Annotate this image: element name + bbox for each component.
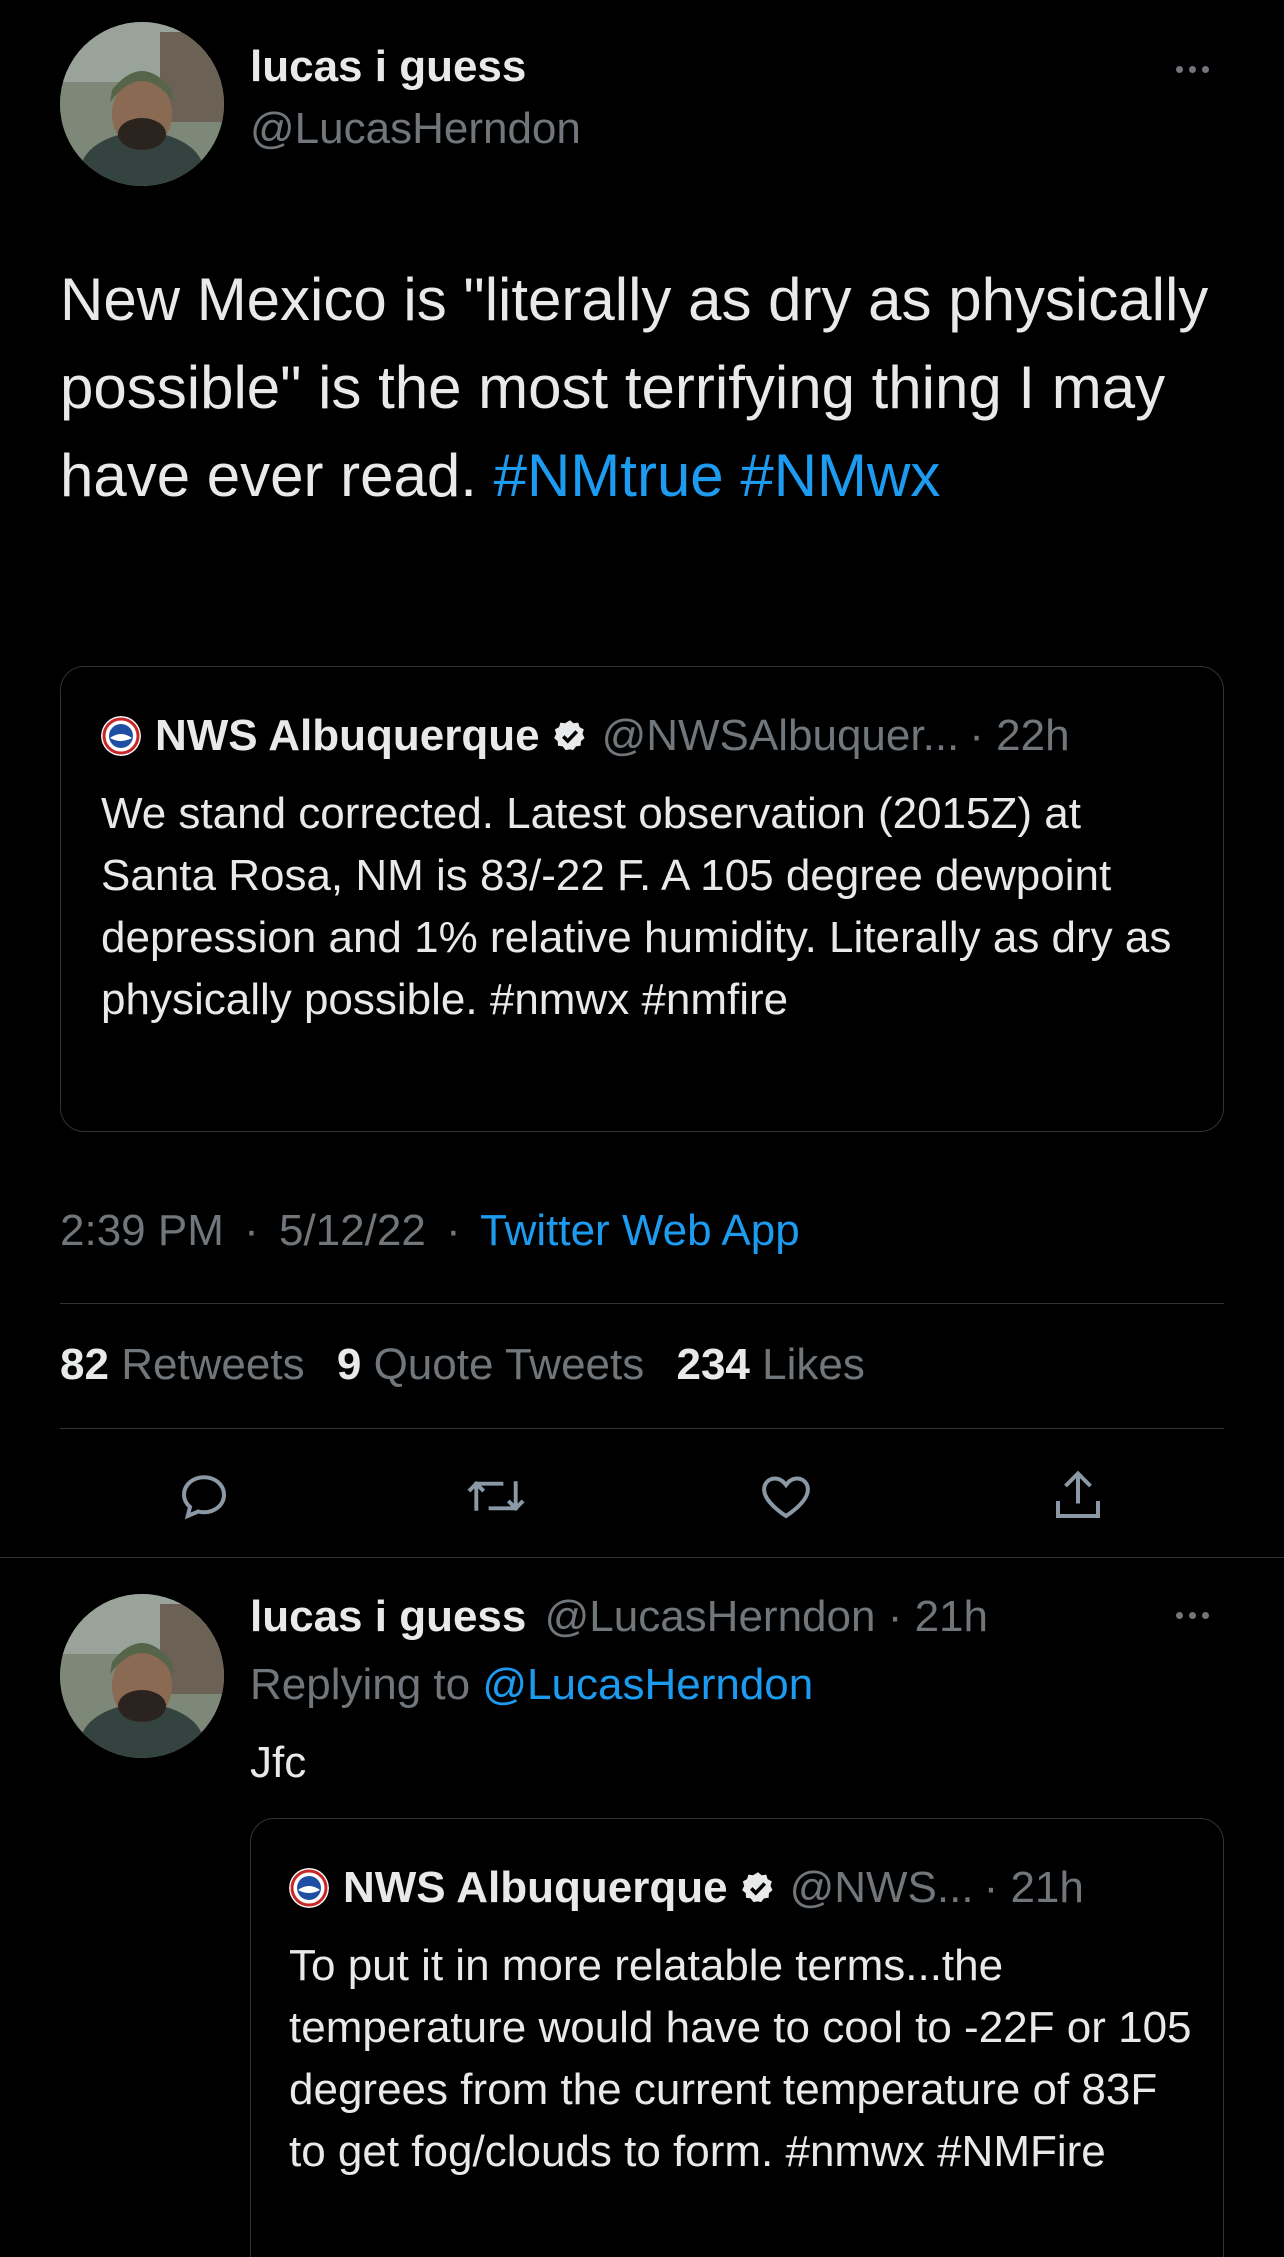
quoted-tweet-header: NWS Albuquerque @NWSAlbuquer... · 22h — [101, 711, 1070, 761]
reply-display-name[interactable]: lucas i guess — [250, 1592, 526, 1641]
reply-handle[interactable]: @LucasHerndon — [545, 1592, 876, 1641]
reply-time[interactable]: · 21h — [888, 1592, 988, 1641]
quoted-time: · 21h — [983, 1863, 1084, 1912]
retweets-stat[interactable]: 82 Retweets — [60, 1340, 317, 1389]
meta-separator: · — [244, 1206, 259, 1255]
reply-header: lucas i guess @LucasHerndon · 21h — [250, 1592, 988, 1642]
reply-icon[interactable] — [172, 1464, 236, 1528]
quoted-tweet[interactable]: NWS Albuquerque @NWS... · 21h To put it … — [250, 1818, 1224, 2257]
quoted-tweet-text: To put it in more relatable terms...the … — [289, 1941, 1192, 2176]
quoted-display-name: NWS Albuquerque — [155, 711, 540, 760]
retweet-icon[interactable] — [464, 1464, 528, 1528]
more-icon[interactable] — [1176, 1612, 1209, 1619]
share-icon[interactable] — [1046, 1464, 1110, 1528]
author-handle[interactable]: @LucasHerndon — [250, 104, 581, 154]
quoted-tweet[interactable]: NWS Albuquerque @NWSAlbuquer... · 22h We… — [60, 666, 1224, 1132]
quoted-tweet-text: We stand corrected. Latest observation (… — [101, 789, 1172, 1024]
replying-to: Replying to @LucasHerndon — [250, 1660, 813, 1710]
meta-separator: · — [446, 1206, 461, 1255]
author-avatar[interactable] — [60, 22, 224, 186]
tweet-text-block: New Mexico is "literally as dry as physi… — [60, 256, 1240, 520]
replying-to-handle[interactable]: @LucasHerndon — [482, 1660, 813, 1709]
divider — [0, 1557, 1284, 1558]
more-icon[interactable] — [1176, 66, 1209, 73]
likes-label: Likes — [762, 1340, 865, 1389]
divider — [60, 1428, 1224, 1429]
like-icon[interactable] — [754, 1464, 818, 1528]
replying-to-label: Replying to — [250, 1660, 471, 1709]
likes-count: 234 — [676, 1340, 750, 1389]
tweet-date[interactable]: 5/12/22 — [279, 1206, 426, 1255]
nws-logo-icon — [289, 1868, 329, 1908]
retweets-label: Retweets — [121, 1340, 305, 1389]
tweet-stats: 82 Retweets 9 Quote Tweets 234 Likes — [60, 1340, 865, 1390]
retweets-count: 82 — [60, 1340, 109, 1389]
quoted-handle: @NWS... — [789, 1863, 974, 1912]
quoted-display-name: NWS Albuquerque — [343, 1863, 728, 1912]
quoted-handle: @NWSAlbuquer... — [601, 711, 960, 760]
divider — [60, 1303, 1224, 1304]
verified-badge-icon — [741, 1872, 773, 1903]
quote-tweets-count: 9 — [336, 1340, 362, 1389]
author-display-name[interactable]: lucas i guess — [250, 42, 526, 92]
likes-stat[interactable]: 234 Likes — [676, 1340, 864, 1389]
nws-logo-icon — [101, 716, 141, 756]
verified-badge-icon — [553, 720, 585, 751]
quote-tweets-label: Quote Tweets — [373, 1340, 645, 1389]
quoted-tweet-header: NWS Albuquerque @NWS... · 21h — [289, 1863, 1084, 1913]
tweet-source-link[interactable]: Twitter Web App — [480, 1206, 800, 1255]
hashtag-link[interactable]: #NMwx — [740, 442, 940, 509]
quote-tweets-stat[interactable]: 9 Quote Tweets — [337, 1340, 657, 1389]
quoted-time: · 22h — [969, 711, 1070, 760]
hashtag-link[interactable]: #NMtrue — [494, 442, 724, 509]
tweet-meta: 2:39 PM · 5/12/22 · Twitter Web App — [60, 1206, 800, 1256]
reply-author-avatar[interactable] — [60, 1594, 224, 1758]
reply-text: Jfc — [250, 1738, 307, 1787]
tweet-time[interactable]: 2:39 PM — [60, 1206, 224, 1255]
